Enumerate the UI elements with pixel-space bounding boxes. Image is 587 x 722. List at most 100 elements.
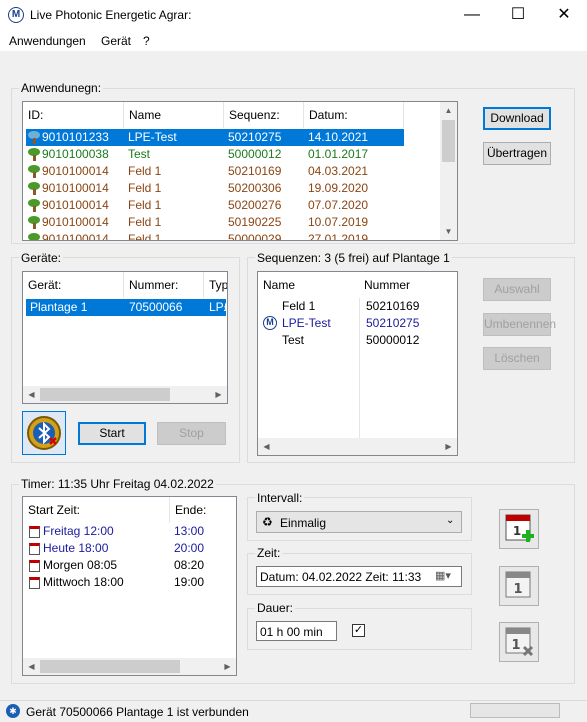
table-row[interactable]: 9010100014 Feld 1 50200306 19.09.2020 — [26, 180, 404, 197]
table-row[interactable]: 9010100014 Feld 1 50210169 04.03.2021 — [26, 163, 404, 180]
list-item[interactable]: Test 50000012 — [261, 332, 451, 349]
column-header-name[interactable]: Name — [258, 272, 359, 298]
list-item[interactable]: Feld 1 50210169 — [261, 298, 451, 315]
column-header-datum[interactable]: Datum: — [304, 102, 404, 128]
table-row[interactable]: Morgen 08:05 08:20 — [26, 557, 231, 574]
calendar-icon — [29, 525, 40, 538]
sequenz-cell: 50190225 — [228, 215, 282, 229]
maximize-button[interactable]: ☐ — [495, 0, 541, 31]
start-button[interactable]: Start — [78, 422, 146, 445]
end-cell: 20:00 — [174, 541, 205, 555]
calendar-delete-icon: 1 — [505, 627, 534, 657]
menu-bar — [0, 31, 587, 51]
scroll-thumb[interactable] — [40, 660, 180, 673]
column-header-sequenz[interactable]: Sequenz: — [224, 102, 304, 128]
timer-list[interactable]: Start Zeit: Ende: Freitag 12:00 13:00 Heut… — [22, 496, 237, 676]
zeit-value: Datum: 04.02.2022 Zeit: 11:33 — [260, 570, 422, 584]
datum-cell: 04.03.2021 — [308, 164, 369, 178]
table-row[interactable]: 9010101233 LPE-Test 50210275 14.10.2021 — [26, 129, 404, 146]
table-row[interactable]: 9010100038 Test 50000012 01.01.2017 — [26, 146, 404, 163]
datum-cell: 27.01.2019 — [308, 232, 369, 241]
svg-text:1: 1 — [511, 638, 520, 653]
datum-cell: 07.07.2020 — [308, 198, 369, 212]
column-header-name[interactable]: Name — [124, 102, 224, 128]
name-cell: LPE-Test — [128, 130, 177, 144]
geraet-type: LP£ — [209, 300, 227, 314]
add-timer-button[interactable]: 1 — [499, 509, 539, 549]
sequenzen-hscrollbar[interactable]: ◀ ▶ — [258, 438, 457, 455]
start-cell: Mittwoch 18:00 — [29, 574, 124, 591]
column-header-ende[interactable]: Ende: — [170, 497, 230, 523]
intervall-select[interactable]: ♻ Einmalig ⌄ — [256, 511, 462, 533]
chevron-down-icon: ⌄ — [446, 515, 455, 526]
scroll-left-icon[interactable]: ◀ — [23, 658, 40, 675]
id-cell: 9010100014 — [27, 163, 109, 180]
table-row[interactable]: Mittwoch 18:00 19:00 — [26, 574, 231, 591]
column-header-typ[interactable]: Typ — [204, 272, 227, 298]
sequence-number: 50210169 — [366, 299, 420, 313]
umbenennen-button[interactable]: Umbenennen — [483, 313, 556, 336]
geraete-list[interactable]: Gerät: Nummer: Typ Plantage 1 70500066 L… — [22, 271, 228, 404]
timer-hscrollbar[interactable]: ◀ ▶ — [23, 658, 236, 675]
table-row[interactable]: 9010100014 Feld 1 50200276 07.07.2020 — [26, 197, 404, 214]
menu-anwendungen[interactable]: Anwendungen — [9, 34, 86, 48]
minimize-button[interactable]: — — [449, 0, 495, 31]
stop-button[interactable]: Stop — [157, 422, 226, 445]
table-row[interactable]: Heute 18:00 20:00 — [26, 540, 231, 557]
tree-icon — [27, 148, 41, 162]
tree-icon — [27, 182, 41, 196]
column-header-geraet[interactable]: Gerät: — [23, 272, 124, 298]
calendar-icon — [29, 542, 40, 555]
name-cell: Feld 1 — [128, 164, 162, 178]
table-row[interactable]: Plantage 1 70500066 LP£ — [26, 299, 227, 316]
scroll-left-icon[interactable]: ◀ — [258, 438, 275, 455]
name-cell: Test — [128, 147, 151, 161]
intervall-value: Einmalig — [280, 516, 327, 530]
calendar-icon — [29, 559, 40, 572]
column-header-nummer[interactable]: Nummer: — [124, 272, 204, 298]
scroll-up-icon[interactable]: ▲ — [440, 102, 457, 119]
scroll-down-icon[interactable]: ▼ — [440, 223, 457, 240]
intervall-label: Intervall: — [255, 491, 305, 505]
loeschen-button[interactable]: Löschen — [483, 347, 551, 370]
list-item[interactable]: M LPE-Test 50210275 — [261, 315, 451, 332]
anwendungen-scrollbar[interactable]: ▲ ▼ — [440, 102, 457, 240]
sequence-number: 50210275 — [366, 316, 420, 330]
active-sequence-icon: M — [263, 316, 277, 330]
sequenz-cell: 50200276 — [228, 198, 282, 212]
column-header-start-zeit[interactable]: Start Zeit: — [23, 497, 170, 523]
scroll-right-icon[interactable]: ▶ — [440, 438, 457, 455]
zeit-picker[interactable]: Datum: 04.02.2022 Zeit: 11:33 ▦▾ — [256, 566, 462, 587]
menu-geraet[interactable]: Gerät — [101, 34, 131, 48]
scroll-left-icon[interactable]: ◀ — [23, 386, 40, 403]
sequenzen-list[interactable]: Name Nummer Feld 1 50210169 M LPE-Test 50210… — [257, 271, 458, 456]
auswahl-button[interactable]: Auswahl — [483, 278, 551, 301]
scroll-thumb[interactable] — [40, 388, 170, 401]
scroll-right-icon[interactable]: ▶ — [210, 386, 227, 403]
column-header-id[interactable]: ID: — [23, 102, 124, 128]
table-row[interactable]: 9010100014 Feld 1 50000029 27.01.2019 — [26, 231, 404, 241]
close-button[interactable]: ✕ — [541, 0, 587, 31]
sequence-name: Test — [282, 333, 305, 347]
id-cell: 9010100014 — [27, 197, 109, 214]
table-row[interactable]: 9010100014 Feld 1 50190225 10.07.2019 — [26, 214, 404, 231]
geraete-hscrollbar[interactable]: ◀ ▶ — [23, 386, 227, 403]
delete-timer-button[interactable]: 1 — [499, 622, 539, 662]
bluetooth-button[interactable] — [22, 411, 66, 455]
name-cell: Feld 1 — [128, 181, 162, 195]
edit-timer-button[interactable]: 1 — [499, 566, 539, 606]
calendar-dropdown-icon[interactable]: ▦▾ — [435, 569, 451, 582]
column-header-nummer[interactable]: Nummer — [359, 272, 455, 298]
uebertragen-button[interactable]: Übertragen — [483, 142, 551, 165]
scroll-thumb[interactable] — [442, 120, 455, 162]
download-button[interactable]: Download — [483, 107, 551, 130]
anwendungen-list[interactable]: ID: Name Sequenz: Datum: 9010101233 LPE-T… — [22, 101, 458, 241]
menu-help[interactable]: ? — [143, 34, 150, 48]
geraete-label: Geräte: — [19, 251, 64, 265]
sequenz-cell: 50210275 — [228, 130, 282, 144]
table-row[interactable]: Freitag 12:00 13:00 — [26, 523, 231, 540]
dauer-checkbox[interactable]: ✓ — [352, 624, 365, 637]
dauer-input[interactable]: 01 h 00 min — [256, 621, 337, 641]
zeit-label: Zeit: — [255, 546, 283, 560]
scroll-right-icon[interactable]: ▶ — [219, 658, 236, 675]
